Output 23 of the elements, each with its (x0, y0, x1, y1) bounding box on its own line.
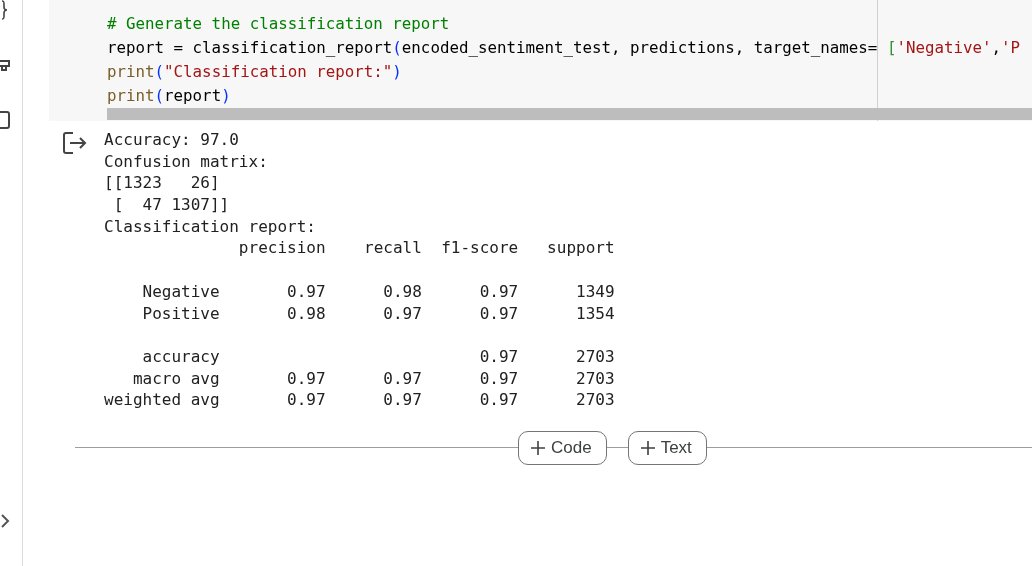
output-line: [[1323 26] (104, 173, 220, 193)
output-line: precision recall f1-score support (237, 238, 615, 258)
output-line: Negative 0.97 0.98 0.97 1349 (141, 281, 615, 301)
code-line: print(report) (107, 85, 232, 107)
output-line: Classification report: (104, 216, 316, 236)
output-line: weighted avg 0.97 0.97 0.97 2703 (104, 390, 615, 410)
add-cell-button[interactable]: Code (518, 430, 607, 465)
output-line: Accuracy: 97.0 (104, 130, 239, 149)
plus-icon (640, 440, 655, 455)
code-braces-icon[interactable] (0, 0, 10, 20)
output-line: Positive 0.98 0.97 0.97 1354 (141, 303, 615, 323)
output-line: Confusion matrix: (104, 151, 268, 171)
output-icon[interactable] (63, 132, 87, 154)
code-line: print("Classification report:") (107, 61, 403, 83)
output-line: macro avg 0.97 0.97 0.97 2703 (131, 368, 615, 388)
output-line: accuracy 0.97 2703 (141, 346, 615, 366)
code-line: report = classification_report(encoded_sentiment_test, predictions, target_names= ['Negative','P (107, 37, 1022, 59)
output-line: [ 47 1307]] (112, 195, 230, 215)
code-cell[interactable]: # Generate the classification report report = classification_report(encoded_sentiment_test, predictions, target_names= ['Negative','P print("Classification report:") print(report) (49, 0, 1032, 121)
code-line: # Generate the classification report (107, 13, 451, 35)
plus-icon (531, 440, 545, 455)
add-cell-button[interactable]: Text (627, 430, 707, 465)
chevron-right-icon[interactable] (0, 513, 10, 529)
